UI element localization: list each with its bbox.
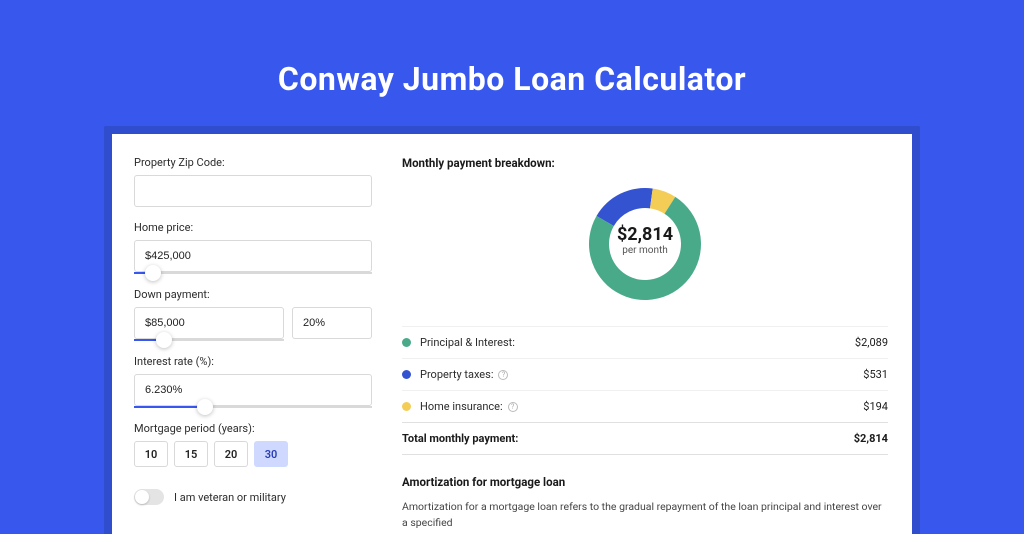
info-icon[interactable]: ? (498, 370, 508, 380)
zip-label: Property Zip Code: (134, 156, 372, 169)
page-title: Conway Jumbo Loan Calculator (0, 0, 1024, 98)
legend-dot (402, 402, 411, 411)
breakdown-value: $2,089 (855, 336, 888, 349)
rate-input[interactable] (134, 374, 372, 406)
breakdown-value: $531 (863, 368, 888, 381)
down-field-block: Down payment: (134, 288, 372, 341)
rate-slider-knob[interactable] (197, 399, 213, 415)
breakdown-title: Monthly payment breakdown: (402, 156, 888, 170)
amortization-block: Amortization for mortgage loan Amortizat… (402, 475, 888, 531)
period-button-15[interactable]: 15 (174, 441, 208, 467)
rate-field-block: Interest rate (%): (134, 355, 372, 408)
veteran-label: I am veteran or military (174, 491, 286, 504)
total-value: $2,814 (854, 432, 888, 445)
breakdown-label: Principal & Interest: (420, 336, 855, 349)
legend-dot (402, 338, 411, 347)
veteran-toggle-row: I am veteran or military (134, 489, 372, 505)
breakdown-row: Principal & Interest:$2,089 (402, 326, 888, 358)
period-button-30[interactable]: 30 (254, 441, 288, 467)
homeprice-label: Home price: (134, 221, 372, 234)
total-row: Total monthly payment: $2,814 (402, 422, 888, 455)
rate-slider-fill (134, 406, 205, 408)
total-label: Total monthly payment: (402, 432, 854, 445)
down-slider-knob[interactable] (156, 332, 172, 348)
card-frame: Property Zip Code: Home price: Down paym… (104, 126, 920, 534)
homeprice-field-block: Home price: (134, 221, 372, 274)
donut-center-sub: per month (605, 245, 685, 256)
breakdown-label: Home insurance:? (420, 400, 863, 413)
period-field-block: Mortgage period (years): 10152030 (134, 422, 372, 467)
period-button-20[interactable]: 20 (214, 441, 248, 467)
amortization-text: Amortization for a mortgage loan refers … (402, 499, 888, 531)
homeprice-slider[interactable] (134, 272, 372, 274)
zip-field-block: Property Zip Code: (134, 156, 372, 207)
amortization-title: Amortization for mortgage loan (402, 475, 888, 489)
calculator-card: Property Zip Code: Home price: Down paym… (112, 134, 912, 534)
veteran-toggle[interactable] (134, 489, 164, 505)
form-panel: Property Zip Code: Home price: Down paym… (112, 134, 394, 534)
zip-input[interactable] (134, 175, 372, 207)
breakdown-label: Property taxes:? (420, 368, 863, 381)
donut-center-amount: $2,814 (605, 224, 685, 245)
down-label: Down payment: (134, 288, 372, 301)
legend-dot (402, 370, 411, 379)
down-amount-input[interactable] (134, 307, 284, 339)
homeprice-slider-knob[interactable] (145, 265, 161, 281)
breakdown-value: $194 (863, 400, 888, 413)
period-label: Mortgage period (years): (134, 422, 372, 435)
donut-slice (597, 188, 653, 226)
donut-chart: $2,814per month (583, 182, 707, 306)
rate-label: Interest rate (%): (134, 355, 372, 368)
veteran-toggle-knob (135, 490, 149, 504)
down-percent-input[interactable] (292, 307, 372, 339)
rate-slider[interactable] (134, 406, 372, 408)
homeprice-input[interactable] (134, 240, 372, 272)
breakdown-row: Home insurance:?$194 (402, 390, 888, 422)
info-icon[interactable]: ? (508, 402, 518, 412)
donut-chart-wrap: $2,814per month (402, 182, 888, 306)
down-slider[interactable] (134, 339, 284, 341)
breakdown-panel: Monthly payment breakdown: $2,814per mon… (394, 134, 912, 534)
period-button-10[interactable]: 10 (134, 441, 168, 467)
breakdown-row: Property taxes:?$531 (402, 358, 888, 390)
